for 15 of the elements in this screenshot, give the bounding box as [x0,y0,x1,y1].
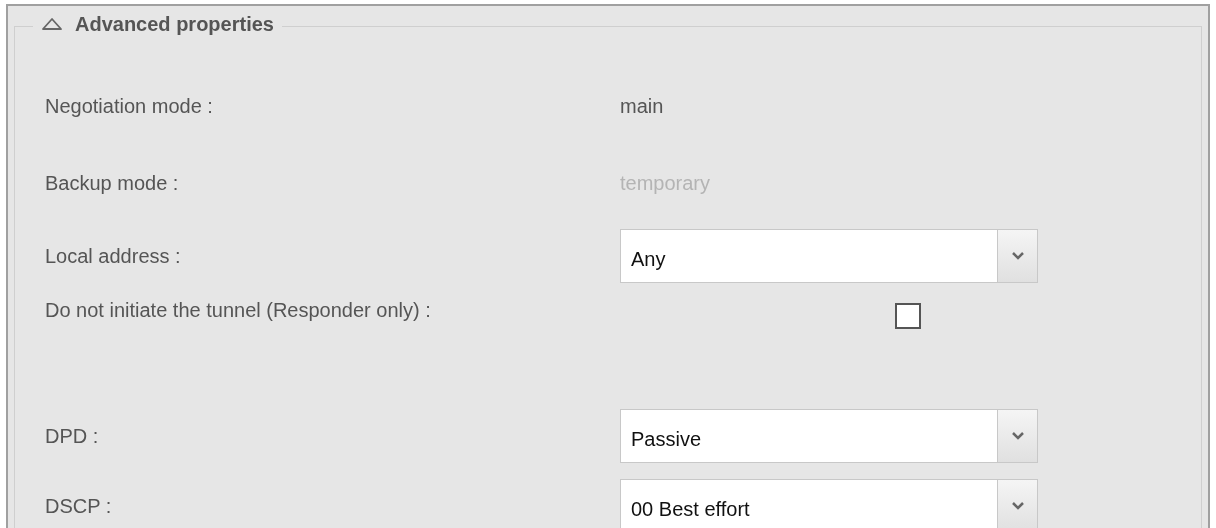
field-label: Local address : [45,244,182,269]
field-label: DSCP : [45,494,113,519]
dropdown[interactable]: Any [620,229,1038,283]
checkbox[interactable] [895,303,921,329]
dropdown[interactable]: Passive [620,409,1038,463]
dropdown[interactable]: 00 Best effort [620,479,1038,528]
chevron-down-icon [1011,252,1024,260]
field-label: Backup mode : [45,170,180,196]
chevron-down-icon [1011,502,1024,510]
field-label: DPD : [45,424,100,449]
chevron-down-icon [1011,432,1024,440]
field-label: Do not initiate the tunnel (Responder only) : [45,298,432,323]
field-value: main [620,93,664,119]
field-label: Negotiation mode : [45,93,214,119]
triangle-icon [41,17,63,31]
